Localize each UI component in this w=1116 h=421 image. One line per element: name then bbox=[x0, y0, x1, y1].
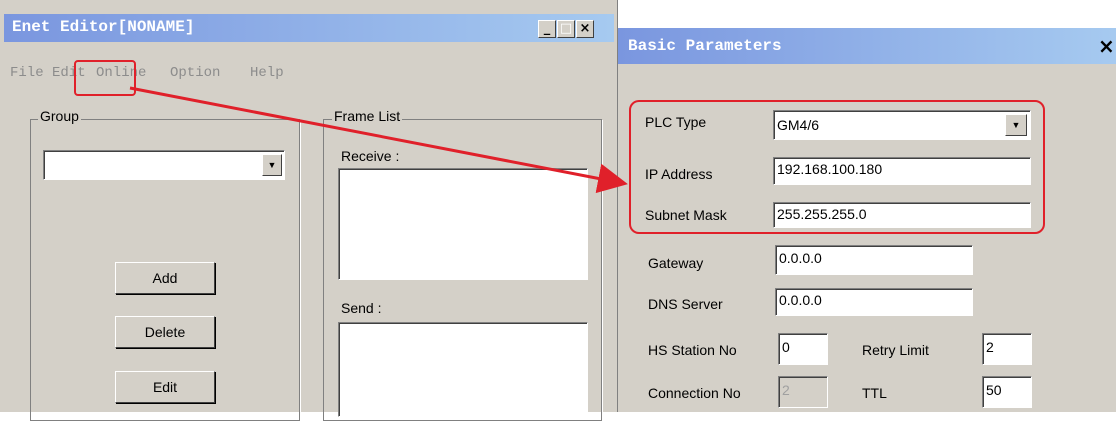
annotation-arrow bbox=[129, 86, 628, 194]
